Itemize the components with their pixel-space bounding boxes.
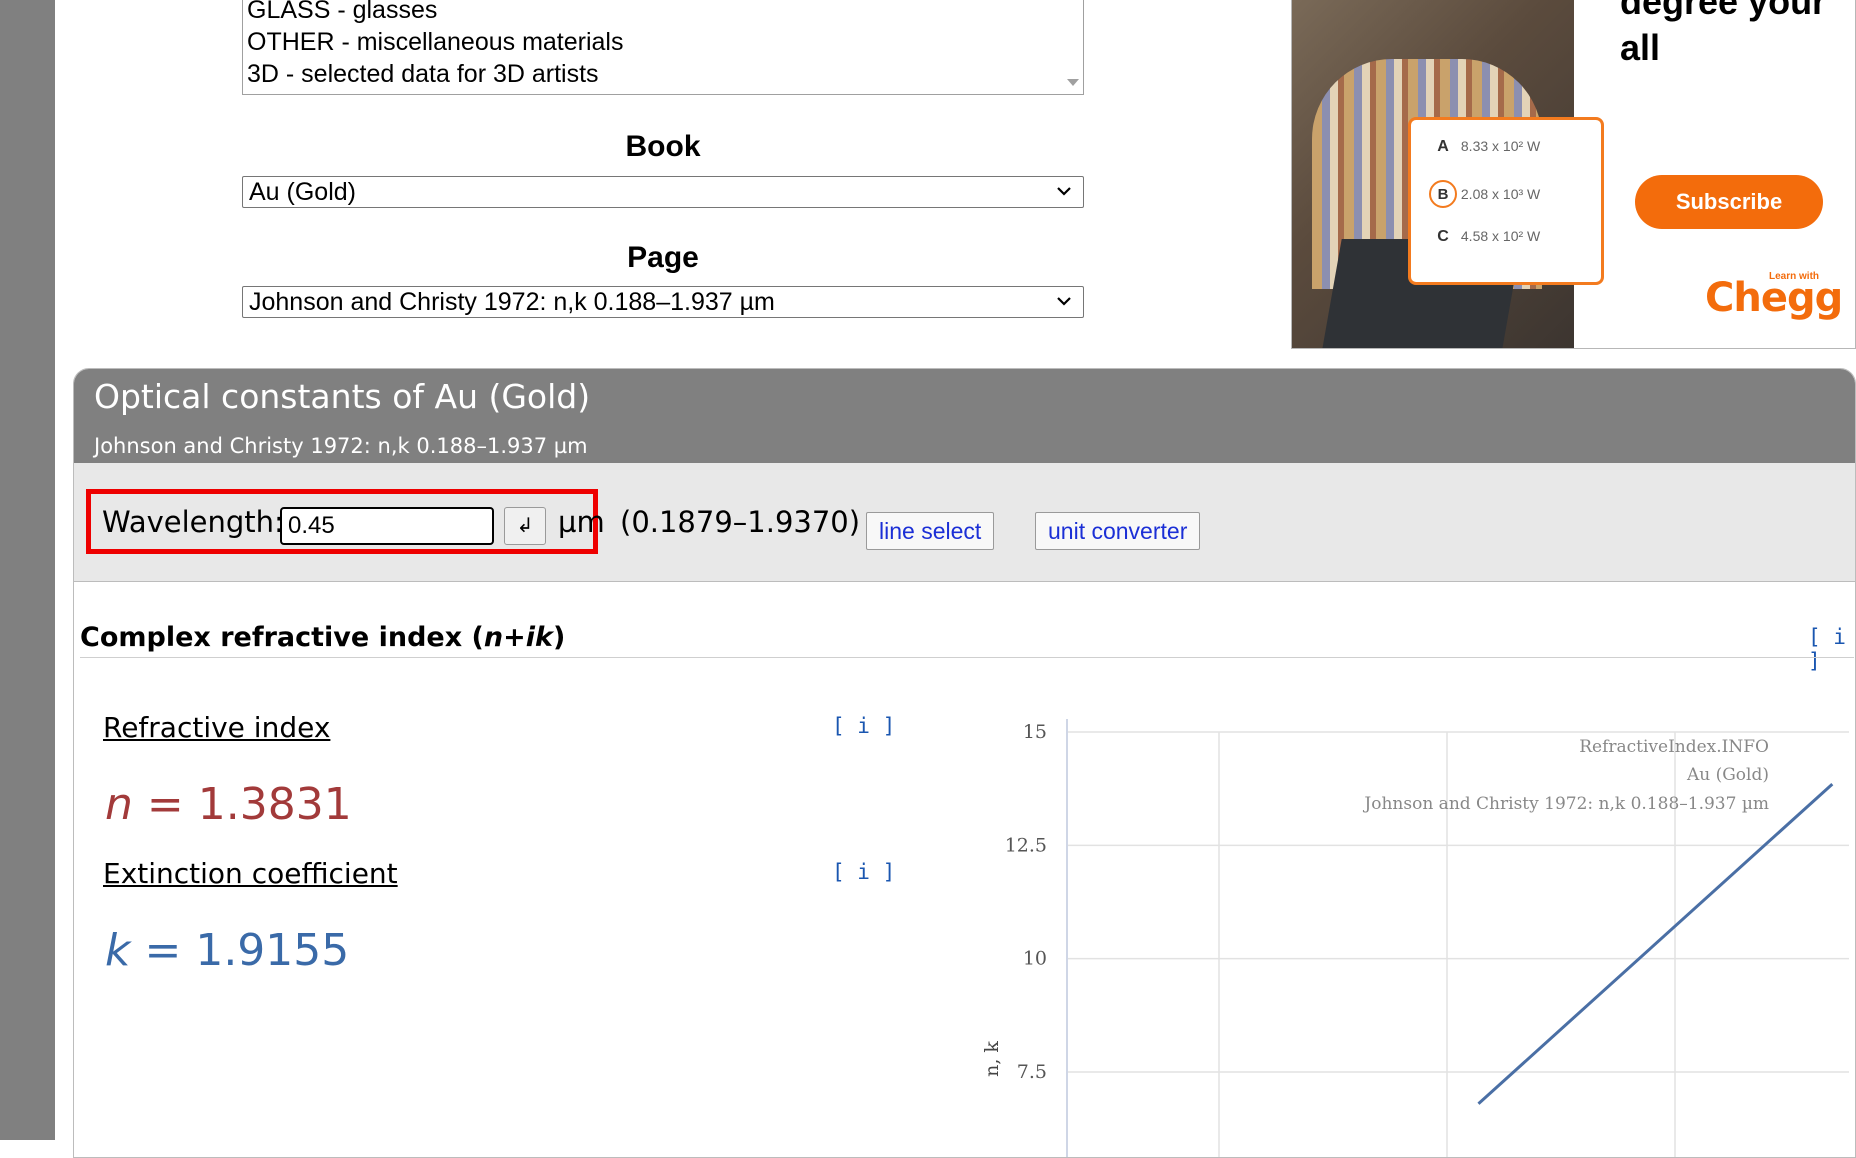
section-title: Complex refractive index (n+ik): [80, 622, 565, 653]
watermark-line: Johnson and Christy 1972: n,k 0.188–1.93…: [1362, 794, 1769, 814]
ad-card-row: B 2.08 x 10³ W: [1429, 180, 1540, 208]
ad-card-row: C 4.58 x 10² W: [1429, 228, 1540, 246]
chart-ytick-label: 12.5: [1005, 834, 1047, 856]
section-info-link[interactable]: [ i ]: [1808, 625, 1855, 673]
chart-y-axis-label: n, k: [981, 1041, 1003, 1077]
wavelength-range: (0.1879–1.9370): [620, 505, 861, 539]
chevron-down-icon: [1057, 187, 1071, 196]
chart-yticks: 15 12.5 10 7.5: [1005, 721, 1047, 1083]
wavelength-input[interactable]: [280, 507, 494, 545]
refractive-index-link[interactable]: Refractive index: [103, 711, 330, 744]
ad-card-value: 4.58 x 10² W: [1460, 228, 1541, 244]
section-title-text: Complex refractive index (: [80, 622, 484, 653]
wavelength-controls: Wavelength: ↲ µm (0.1879–1.9370) line se…: [74, 463, 1855, 582]
equals-sign: =: [132, 779, 198, 830]
k-value: 1.9155: [195, 925, 350, 976]
section-divider: [80, 657, 1854, 658]
page-select[interactable]: Johnson and Christy 1972: n,k 0.188–1.93…: [242, 286, 1084, 318]
extinction-coefficient-value: k = 1.9155: [105, 925, 349, 976]
unit-converter-button[interactable]: unit converter: [1035, 512, 1201, 550]
panel-title: Optical constants of Au (Gold): [94, 377, 591, 416]
chegg-logo: Chegg: [1705, 275, 1843, 321]
extinction-info-link[interactable]: [ i ]: [832, 860, 895, 884]
scroll-down-arrow-icon[interactable]: [1067, 79, 1079, 86]
ad-card-letter-selected: B: [1429, 180, 1457, 208]
section-title-formula: n+ik: [483, 622, 553, 653]
ad-subscribe-button[interactable]: Subscribe: [1635, 175, 1823, 229]
refractive-index-value: n = 1.3831: [105, 779, 352, 830]
ad-card-row: A 8.33 x 10² W: [1429, 138, 1540, 156]
chart-watermark: RefractiveIndex.INFO Au (Gold) Johnson a…: [1362, 737, 1769, 814]
section-title-close: ): [552, 622, 566, 653]
book-select[interactable]: Au (Gold): [242, 176, 1084, 208]
chart-ytick-label: 7.5: [1017, 1061, 1047, 1083]
ad-card-letter: C: [1437, 228, 1449, 245]
refractive-info-link[interactable]: [ i ]: [832, 714, 895, 738]
page-selected-value: Johnson and Christy 1972: n,k 0.188–1.93…: [249, 288, 775, 316]
chevron-down-icon: [1057, 297, 1071, 306]
book-label: Book: [625, 130, 701, 163]
panel-subtitle: Johnson and Christy 1972: n,k 0.188–1.93…: [94, 434, 588, 458]
book-selected-value: Au (Gold): [249, 178, 356, 206]
ad-card-value: 8.33 x 10² W: [1460, 138, 1541, 154]
n-value: 1.3831: [197, 779, 352, 830]
equals-sign: =: [130, 925, 196, 976]
chart-ytick-label: 10: [1023, 948, 1047, 970]
chart-series: [1477, 783, 1834, 1105]
watermark-line: Au (Gold): [1686, 765, 1769, 785]
page-left-margin: [0, 0, 55, 1140]
panel-header: Optical constants of Au (Gold) Johnson a…: [74, 369, 1855, 463]
ad-headline: degree your all: [1620, 0, 1827, 68]
shelf-option[interactable]: GLASS - glasses: [243, 0, 1083, 26]
wavelength-label: Wavelength:: [102, 505, 284, 539]
chart-series-line: [1477, 783, 1834, 1105]
page-label: Page: [627, 241, 699, 274]
ad-card-letter: A: [1437, 138, 1449, 155]
line-select-button[interactable]: line select: [866, 512, 995, 550]
shelf-listbox[interactable]: GLASS - glasses OTHER - miscellaneous ma…: [242, 0, 1084, 95]
wavelength-unit: µm: [558, 505, 605, 539]
ad-answer-card: A 8.33 x 10² W B 2.08 x 10³ W C 4.58 x 1…: [1408, 117, 1604, 285]
refractive-index-chart: 15 12.5 10 7.5 n, k RefractiveIndex.INFO Au…: [981, 719, 1849, 1157]
optical-constants-panel: Optical constants of Au (Gold) Johnson a…: [73, 368, 1856, 1158]
enter-button[interactable]: ↲: [504, 507, 546, 545]
extinction-coefficient-link[interactable]: Extinction coefficient: [103, 857, 398, 890]
chart-ytick-label: 15: [1023, 721, 1047, 743]
k-symbol: k: [105, 925, 131, 976]
shelf-option[interactable]: 3D - selected data for 3D artists: [243, 58, 1083, 90]
advertisement-banner[interactable]: A 8.33 x 10² W B 2.08 x 10³ W C 4.58 x 1…: [1291, 0, 1856, 349]
watermark-line: RefractiveIndex.INFO: [1579, 737, 1769, 757]
ad-card-value: 2.08 x 10³ W: [1460, 186, 1541, 202]
shelf-option[interactable]: OTHER - miscellaneous materials: [243, 26, 1083, 58]
n-symbol: n: [105, 779, 133, 830]
